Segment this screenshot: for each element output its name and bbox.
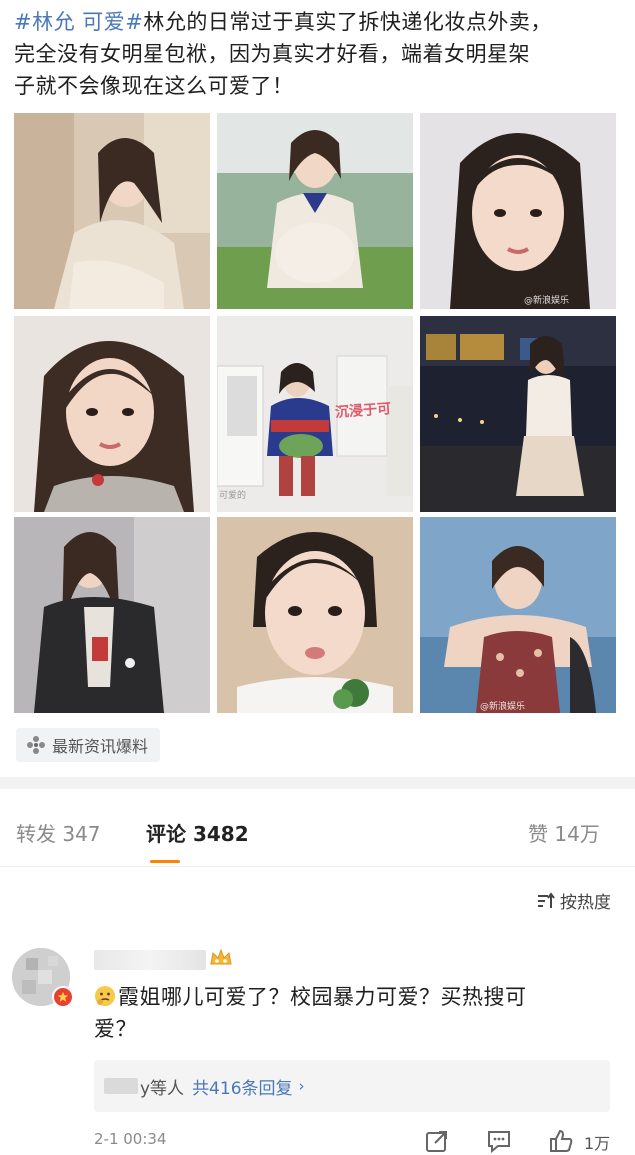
active-tab-indicator bbox=[150, 860, 180, 863]
reply-username-redacted bbox=[104, 1078, 138, 1094]
tab-likes[interactable]: 赞 14万 bbox=[528, 818, 600, 847]
vip-badge-icon bbox=[52, 986, 74, 1008]
sort-icon bbox=[536, 891, 556, 911]
crown-badge-icon bbox=[208, 946, 234, 970]
post-text-line1: 林允的日常过于真实了拆快递化妆点外卖， bbox=[143, 10, 552, 34]
photo-watermark: 可爱的 bbox=[219, 491, 247, 501]
photo-grid: @新浪娱乐 沉浸于可 可爱的 @新浪娱乐 bbox=[14, 113, 616, 713]
section-divider bbox=[0, 777, 635, 789]
tab-repost[interactable]: 转发 347 bbox=[16, 818, 101, 847]
photo-3[interactable]: @新浪娱乐 bbox=[420, 113, 616, 309]
thinking-face-icon bbox=[94, 984, 116, 1006]
photo-1[interactable] bbox=[14, 113, 210, 309]
reply-icon[interactable] bbox=[486, 1128, 512, 1154]
view-replies-link[interactable]: 共416条回复 bbox=[192, 1074, 292, 1099]
post-body: #林允 可爱#林允的日常过于真实了拆快递化妆点外卖， 完全没有女明星包袱，因为真… bbox=[14, 6, 624, 102]
engagement-tabs: 转发 347 评论 3482 赞 14万 bbox=[0, 806, 635, 866]
username-redacted[interactable] bbox=[94, 950, 206, 970]
chevron-right-icon: › bbox=[298, 1077, 305, 1095]
source-tag-label: 最新资讯爆料 bbox=[52, 737, 149, 756]
source-tag[interactable]: 最新资讯爆料 bbox=[16, 728, 161, 762]
photo-8[interactable] bbox=[217, 517, 413, 713]
pinwheel-icon bbox=[26, 735, 46, 755]
photo-5[interactable]: 沉浸于可 可爱的 bbox=[217, 316, 413, 512]
photo-2[interactable] bbox=[217, 113, 413, 309]
video-overlay-text: 沉浸于可 bbox=[334, 401, 392, 421]
tab-comments[interactable]: 评论 3482 bbox=[146, 818, 249, 847]
hashtag-link-2[interactable]: 可爱# bbox=[82, 10, 143, 34]
replies-users: y等人 bbox=[140, 1078, 185, 1099]
comment-line1: 霞姐哪儿可爱了？校园暴力可爱？买热搜可 bbox=[118, 985, 527, 1009]
tabs-divider bbox=[0, 866, 635, 867]
photo-4[interactable] bbox=[14, 316, 210, 512]
like-icon[interactable] bbox=[548, 1128, 574, 1154]
comment-like-count: 1万 bbox=[584, 1134, 611, 1153]
comment-line2: 爱？ bbox=[94, 1017, 137, 1041]
sort-by-hot-button[interactable]: 按热度 bbox=[536, 888, 611, 913]
sort-label: 按热度 bbox=[560, 893, 611, 913]
photo-6[interactable] bbox=[420, 316, 616, 512]
hashtag-link[interactable]: #林允 bbox=[14, 10, 75, 34]
comment-timestamp: 2-1 00:34 bbox=[94, 1130, 167, 1148]
share-icon[interactable] bbox=[424, 1128, 450, 1154]
replies-preview[interactable]: y等人 共416条回复 › bbox=[94, 1060, 610, 1112]
comment-text: 霞姐哪儿可爱了？校园暴力可爱？买热搜可 爱？ bbox=[94, 981, 614, 1045]
photo-9[interactable]: @新浪娱乐 bbox=[420, 517, 616, 713]
post-text-line2: 完全没有女明星包袱，因为真实才好看，端着女明星架 bbox=[14, 42, 530, 66]
post-text-line3: 子就不会像现在这么可爱了！ bbox=[14, 74, 294, 98]
photo-7[interactable] bbox=[14, 517, 210, 713]
